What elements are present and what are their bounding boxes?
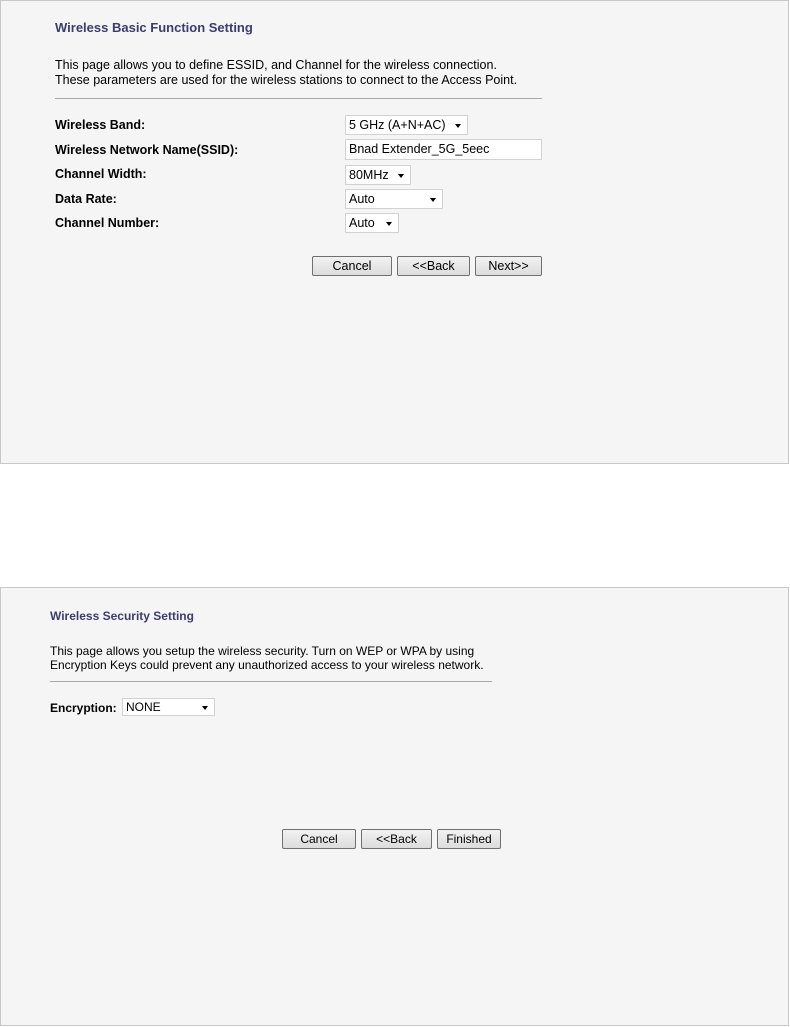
data-rate-label: Data Rate:	[55, 192, 117, 206]
wireless-band-value: 5 GHz (A+N+AC)	[349, 118, 446, 132]
chevron-down-icon	[398, 174, 404, 178]
channel-number-label: Channel Number:	[55, 216, 160, 230]
ssid-input[interactable]: Bnad Extender_5G_5eec	[345, 139, 542, 160]
finished-button[interactable]: Finished	[437, 829, 501, 849]
encryption-label: Encryption:	[50, 701, 117, 715]
chevron-down-icon	[430, 198, 436, 202]
next-button[interactable]: Next>>	[475, 256, 542, 276]
divider	[50, 681, 492, 682]
page-description-line-2: Encryption Keys could prevent any unauth…	[50, 658, 484, 672]
channel-number-value: Auto	[349, 216, 375, 230]
chevron-down-icon	[202, 706, 208, 710]
channel-width-value: 80MHz	[349, 168, 389, 182]
page-description-line-1: This page allows you to define ESSID, an…	[55, 58, 497, 72]
encryption-value: NONE	[126, 700, 161, 714]
cancel-button[interactable]: Cancel	[312, 256, 392, 276]
chevron-down-icon	[455, 124, 461, 128]
divider	[55, 98, 542, 99]
page-description-line-1: This page allows you setup the wireless …	[50, 644, 475, 658]
data-rate-value: Auto	[349, 192, 375, 206]
wireless-band-label: Wireless Band:	[55, 118, 146, 132]
wireless-basic-panel: Wireless Basic Function Setting This pag…	[0, 0, 789, 464]
wireless-band-select[interactable]: 5 GHz (A+N+AC)	[345, 115, 468, 135]
page-title: Wireless Security Setting	[50, 609, 194, 623]
chevron-down-icon	[386, 222, 392, 226]
channel-width-select[interactable]: 80MHz	[345, 165, 411, 185]
page-description-line-2: These parameters are used for the wirele…	[55, 73, 518, 87]
channel-number-select[interactable]: Auto	[345, 213, 399, 233]
wireless-security-panel: Wireless Security Setting This page allo…	[0, 587, 789, 1026]
back-button[interactable]: <<Back	[361, 829, 432, 849]
back-button[interactable]: <<Back	[397, 256, 470, 276]
cancel-button[interactable]: Cancel	[282, 829, 356, 849]
encryption-select[interactable]: NONE	[122, 698, 215, 716]
ssid-label: Wireless Network Name(SSID):	[55, 143, 239, 157]
page-title: Wireless Basic Function Setting	[55, 20, 253, 35]
data-rate-select[interactable]: Auto	[345, 189, 443, 209]
channel-width-label: Channel Width:	[55, 167, 147, 181]
